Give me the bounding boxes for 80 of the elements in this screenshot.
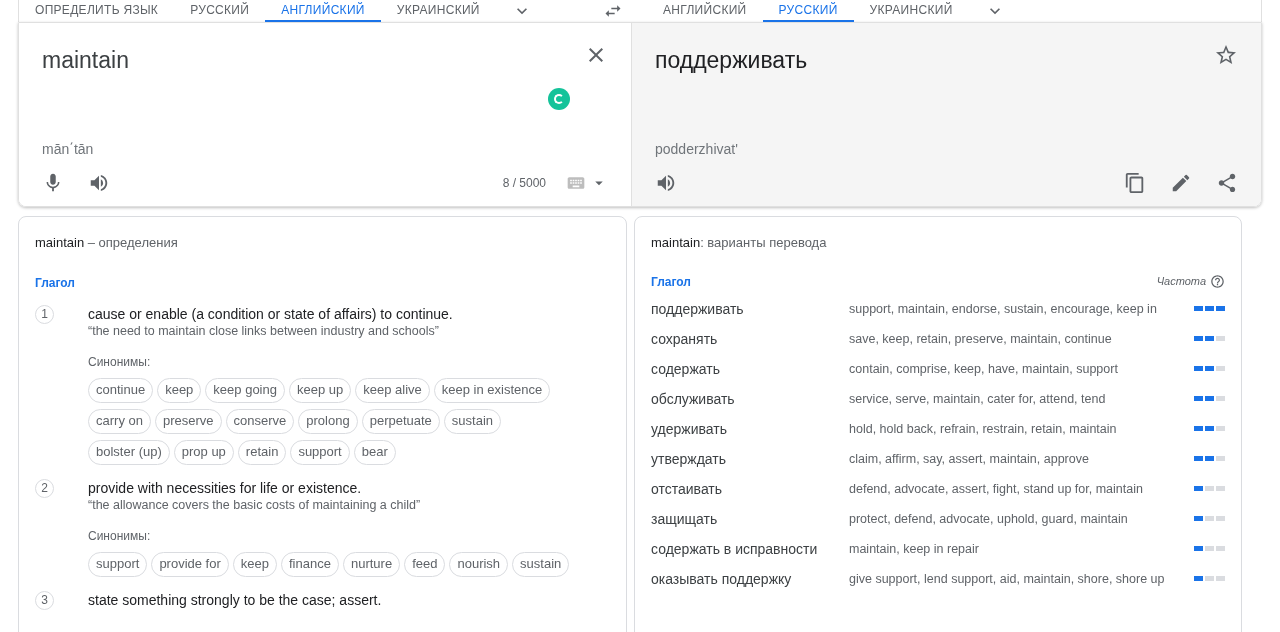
reverse-translations: hold, hold back, refrain, restrain, retain, maintain [849,420,1118,438]
frequency-segment [1216,425,1225,431]
definition-text: state something strongly to be the case; assert. [88,590,382,609]
translations-title: maintain: варианты перевода [651,234,828,252]
share-icon[interactable] [1216,172,1238,194]
frequency-segment [1216,335,1225,341]
translation-term[interactable]: поддерживать [651,298,849,319]
frequency-segment [1205,455,1214,461]
translation-term[interactable]: защищать [651,508,849,529]
frequency-segment [1205,395,1214,401]
frequency-segment [1194,365,1203,371]
frequency-segment [1216,455,1225,461]
frequency-segment [1194,485,1203,491]
frequency-segment [1194,575,1203,581]
language-tab[interactable]: РУССКИЙ [174,0,266,22]
target-transliteration: podderzhivat' [655,140,739,159]
example-text: “the allowance covers the basic costs of maintaining a child” [88,496,422,513]
frequency-segment [1205,305,1214,311]
character-count: 8 / 5000 [502,175,546,192]
reverse-translations: service, serve, maintain, cater for, attend, tend [849,390,1107,408]
translation-term[interactable]: отстаивать [651,478,849,499]
part-of-speech: Глагол [35,274,76,292]
frequency-segment [1216,545,1225,551]
reverse-translations: defend, advocate, assert, fight, stand up for, maintain [849,480,1144,498]
pencil-icon[interactable] [1170,172,1192,194]
translated-text: поддерживать [655,46,808,75]
translation-term[interactable]: содержать [651,358,849,379]
frequency-segment [1205,545,1214,551]
source-transliteration: mān΄tān [42,140,95,159]
frequency-segment [1216,515,1225,521]
frequency-segment [1205,335,1214,341]
frequency-segment [1205,515,1214,521]
copy-icon[interactable] [1124,172,1146,194]
reverse-translations: contain, comprise, keep, have, maintain, support [849,360,1119,378]
definition-text: provide with necessities for life or existence. [88,478,363,497]
frequency-segment [1194,305,1203,311]
frequency-segment [1194,425,1203,431]
speaker-icon[interactable] [655,172,677,194]
definition-text: cause or enable (a condition or state of affairs) to continue. [88,304,454,323]
frequency-segment [1216,575,1225,581]
translation-term[interactable]: обслуживать [651,388,849,409]
frequency-segment [1205,575,1214,581]
frequency-segment [1205,485,1214,491]
reverse-translations: claim, affirm, say, assert, maintain, approve [849,450,1090,468]
frequency-label: Частота [1156,274,1206,290]
translation-term[interactable]: сохранять [651,328,849,349]
reverse-translations: save, keep, retain, preserve, maintain, continue [849,330,1113,348]
frequency-segment [1194,515,1203,521]
frequency-segment [1205,365,1214,371]
part-of-speech: Глагол [651,273,691,291]
source-text: maintain [42,46,129,75]
translation-term[interactable]: содержать в исправности [651,538,849,559]
frequency-segment [1194,545,1203,551]
frequency-segment [1216,485,1225,491]
reverse-translations: maintain, keep in repair [849,540,980,558]
frequency-segment [1205,425,1214,431]
frequency-segment [1194,335,1203,341]
language-tab[interactable]: УКРАИНСКИЙ [380,0,496,22]
example-text: “the need to maintain close links between industry and schools” [88,322,440,339]
language-tab[interactable]: АНГЛИЙСКИЙ [647,0,763,22]
frequency-segment [1216,305,1225,311]
definitions-title: maintain – определения [35,234,179,252]
reverse-translations: support, maintain, endorse, sustain, encourage, keep in [849,300,1158,318]
translation-term[interactable]: оказывать поддержку [651,568,849,589]
language-tab[interactable]: ОПРЕДЕЛИТЬ ЯЗЫК [19,0,175,22]
reverse-translations: protect, defend, advocate, uphold, guard, maintain [849,510,1129,528]
reverse-translations: give support, lend support, aid, maintain, shore, shore up [849,570,1166,588]
speaker-icon[interactable] [88,172,110,194]
frequency-segment [1194,395,1203,401]
translation-term[interactable]: утверждать [651,448,849,469]
synonyms-label: Синонимы: [88,527,152,545]
frequency-segment [1216,365,1225,371]
translation-term[interactable]: удерживать [651,418,849,439]
synonyms-label: Синонимы: [88,353,152,371]
sense-number: 3 [35,590,54,610]
language-tab[interactable]: УКРАИНСКИЙ [853,0,969,22]
help-icon[interactable] [1210,274,1225,289]
frequency-segment [1216,395,1225,401]
star-icon[interactable] [1214,43,1238,67]
frequency-segment [1194,455,1203,461]
